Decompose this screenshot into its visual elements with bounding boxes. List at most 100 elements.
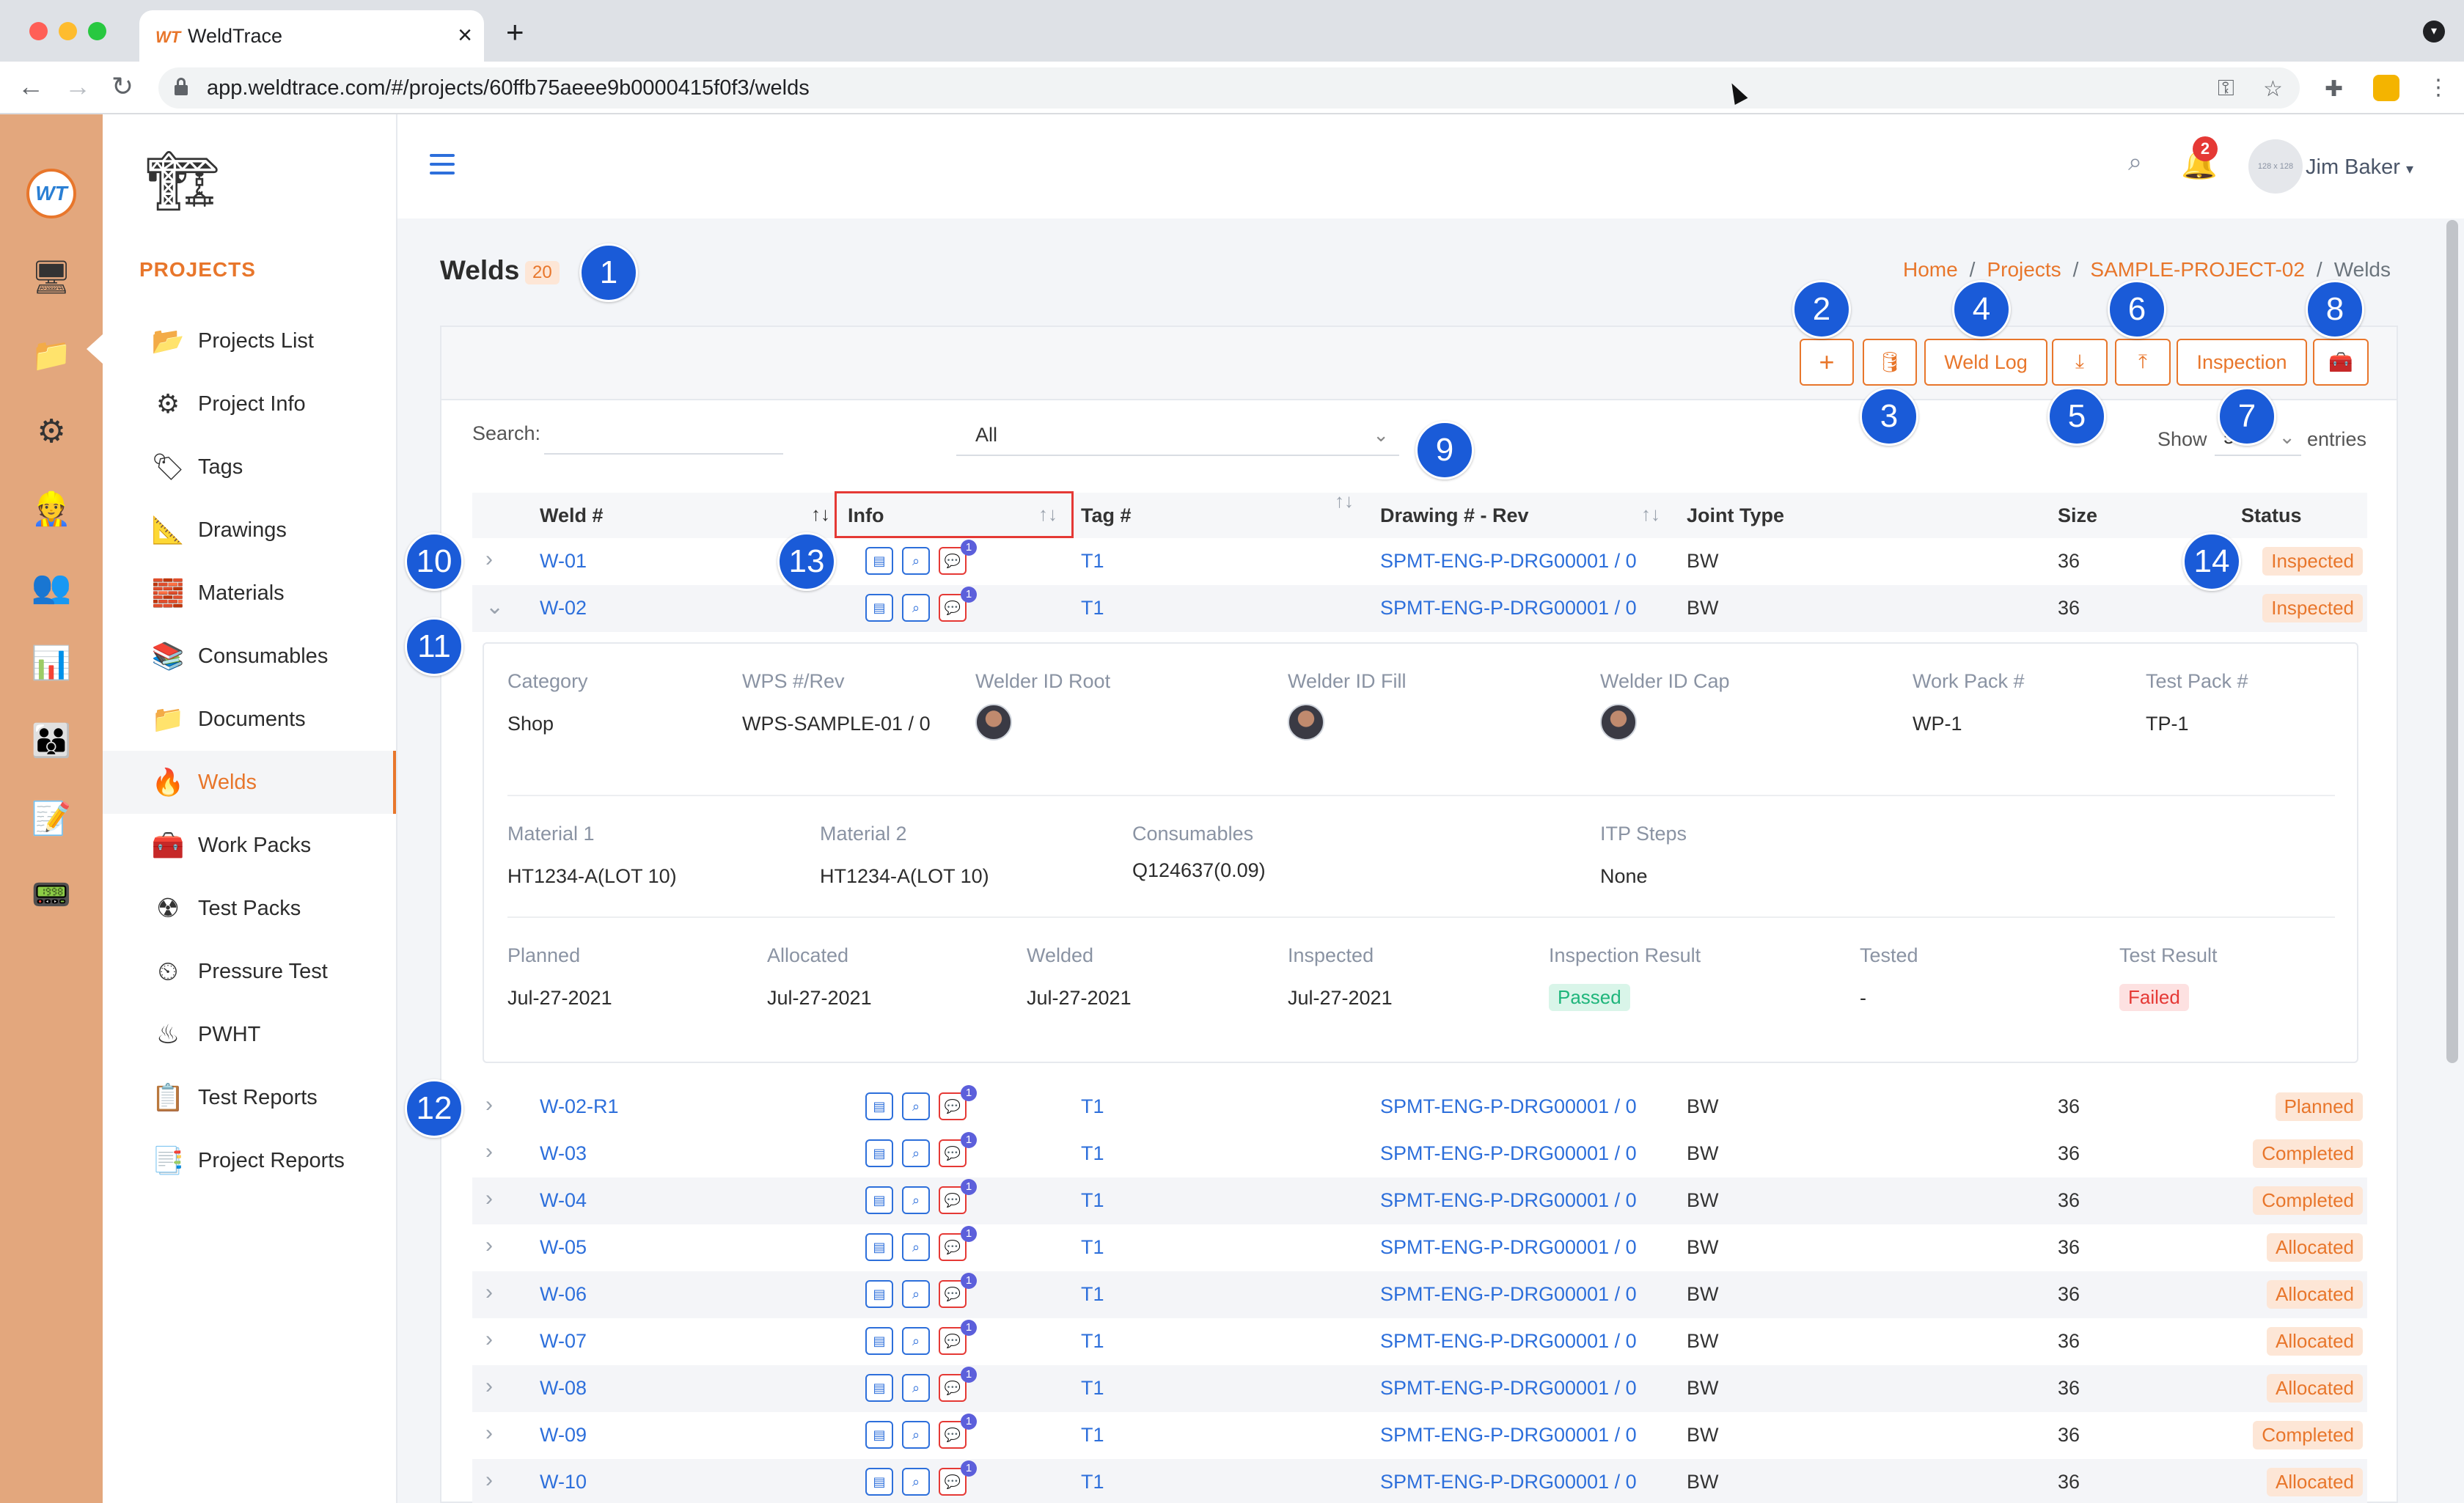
toolbox-button[interactable]: 🧰 [2313, 339, 2369, 386]
sidebar-item-materials[interactable]: 🧱 Materials [103, 562, 396, 625]
avatar[interactable]: 128 x 128 [2248, 139, 2303, 194]
collapse-chevron-icon[interactable]: ⌄ [485, 594, 504, 620]
drawing-link[interactable]: SPMT-ENG-P-DRG00001 / 0 [1380, 1189, 1637, 1212]
drawing-link[interactable]: SPMT-ENG-P-DRG00001 / 0 [1380, 550, 1637, 573]
weld-number-link[interactable]: W-10 [540, 1471, 587, 1493]
table-row[interactable]: › W-04 ▤ ⌕ 💬 1 T1 SPMT-ENG-P-DRG00001 / 0 BW 36 Co… [472, 1177, 2367, 1224]
document-icon[interactable]: ▤ [865, 1280, 893, 1308]
sort-active-icon[interactable]: ↑↓ [811, 503, 830, 526]
expand-chevron-icon[interactable]: › [485, 1374, 493, 1399]
sidebar-item-work-packs[interactable]: 🧰 Work Packs [103, 814, 396, 877]
sidebar-item-pressure-test[interactable]: ⏲ Pressure Test [103, 940, 396, 1003]
maximize-window-button[interactable] [88, 22, 106, 40]
sort-icon[interactable]: ↑↓ [1641, 503, 1660, 526]
header-status[interactable]: Status [2241, 504, 2302, 527]
table-row[interactable]: › W-08 ▤ ⌕ 💬 1 T1 SPMT-ENG-P-DRG00001 / 0 BW 36 Al… [472, 1365, 2367, 1412]
magnify-icon[interactable]: ⌕ [902, 1092, 930, 1120]
document-icon[interactable]: ▤ [865, 1092, 893, 1120]
rail-reports-icon[interactable]: 📊 [31, 642, 72, 683]
welder-fill-avatar[interactable] [1288, 704, 1324, 741]
database-button[interactable]: 🛢 [1863, 339, 1917, 386]
table-row[interactable]: › W-07 ▤ ⌕ 💬 1 T1 SPMT-ENG-P-DRG00001 / 0 BW 36 Al… [472, 1318, 2367, 1365]
rail-welder-icon[interactable]: 👷 [31, 488, 72, 529]
magnify-icon[interactable]: ⌕ [902, 1468, 930, 1496]
expand-chevron-icon[interactable]: › [485, 1139, 493, 1164]
magnify-icon[interactable]: ⌕ [902, 1327, 930, 1355]
magnify-icon[interactable]: ⌕ [902, 1421, 930, 1449]
back-icon[interactable]: ← [18, 72, 44, 101]
tag-link[interactable]: T1 [1081, 1330, 1104, 1353]
document-icon[interactable]: ▤ [865, 1139, 893, 1167]
weld-number-link[interactable]: W-02 [540, 597, 587, 620]
table-row[interactable]: › W-06 ▤ ⌕ 💬 1 T1 SPMT-ENG-P-DRG00001 / 0 BW 36 Al… [472, 1271, 2367, 1318]
table-row[interactable]: › W-05 ▤ ⌕ 💬 1 T1 SPMT-ENG-P-DRG00001 / 0 BW 36 Al… [472, 1224, 2367, 1271]
magnify-icon[interactable]: ⌕ [902, 1374, 930, 1402]
sidebar-item-drawings[interactable]: 📐 Drawings [103, 499, 396, 562]
document-icon[interactable]: ▤ [865, 1233, 893, 1261]
reload-icon[interactable]: ↻ [111, 72, 133, 101]
magnify-icon[interactable]: ⌕ [902, 1186, 930, 1214]
minimize-window-button[interactable] [59, 22, 77, 40]
header-drawing[interactable]: Drawing # - Rev [1380, 504, 1529, 527]
header-size[interactable]: Size [2058, 504, 2097, 527]
breadcrumb-home[interactable]: Home [1903, 258, 1958, 282]
sidebar-item-projects-list[interactable]: 📂 Projects List [103, 309, 396, 372]
forward-icon[interactable]: → [65, 72, 91, 101]
header-joint-type[interactable]: Joint Type [1687, 504, 1784, 527]
sidebar-item-welds[interactable]: 🔥 Welds [103, 751, 396, 814]
weld-log-button[interactable]: Weld Log [1924, 339, 2047, 386]
table-row[interactable]: › W-09 ▤ ⌕ 💬 1 T1 SPMT-ENG-P-DRG00001 / 0 BW 36 Co… [472, 1412, 2367, 1459]
table-row[interactable]: › W-02-R1 ▤ ⌕ 💬 1 T1 SPMT-ENG-P-DRG00001 / 0 BW 3… [472, 1084, 2367, 1131]
weld-number-link[interactable]: W-04 [540, 1189, 587, 1212]
document-icon[interactable]: ▤ [865, 547, 893, 575]
document-icon[interactable]: ▤ [865, 1186, 893, 1214]
rail-users-icon[interactable]: 👪 [31, 720, 72, 761]
key-icon[interactable]: ⚿ [2218, 76, 2234, 101]
rail-settings-icon[interactable]: ⚙ [31, 411, 72, 452]
header-weld[interactable]: Weld # [540, 504, 604, 527]
page-scrollbar[interactable] [2446, 220, 2458, 1063]
sidebar-item-tags[interactable]: 🏷 Tags [103, 436, 396, 499]
add-weld-button[interactable]: + [1800, 339, 1854, 386]
expand-chevron-icon[interactable]: › [485, 1233, 493, 1258]
weld-number-link[interactable]: W-07 [540, 1330, 587, 1353]
weld-number-link[interactable]: W-05 [540, 1236, 587, 1259]
breadcrumb-projects[interactable]: Projects [1987, 258, 2061, 282]
menu-toggle-icon[interactable] [430, 154, 455, 174]
status-filter-select[interactable]: All ⌄ [956, 419, 1399, 456]
weld-number-link[interactable]: W-03 [540, 1142, 587, 1165]
welder-root-avatar[interactable] [975, 704, 1012, 741]
rail-badge-icon[interactable]: 📟 [31, 874, 72, 915]
document-icon[interactable]: ▤ [865, 1421, 893, 1449]
close-tab-icon[interactable]: × [458, 21, 472, 50]
drawing-link[interactable]: SPMT-ENG-P-DRG00001 / 0 [1380, 597, 1637, 620]
table-row[interactable]: › W-10 ▤ ⌕ 💬 1 T1 SPMT-ENG-P-DRG00001 / 0 BW 36 Al… [472, 1459, 2367, 1503]
profile-extension-icon[interactable] [2373, 75, 2399, 101]
drawing-link[interactable]: SPMT-ENG-P-DRG00001 / 0 [1380, 1236, 1637, 1259]
download-button[interactable]: ⤓ [2052, 339, 2108, 386]
close-window-button[interactable] [29, 22, 48, 40]
tag-link[interactable]: T1 [1081, 1377, 1104, 1400]
expand-chevron-icon[interactable]: › [485, 1421, 493, 1446]
tag-link[interactable]: T1 [1081, 550, 1104, 573]
user-menu[interactable]: Jim Baker ▾ [2306, 155, 2413, 180]
search-icon[interactable]: ⌕ [2128, 148, 2142, 177]
expand-chevron-icon[interactable]: › [485, 1327, 493, 1352]
drawing-link[interactable]: SPMT-ENG-P-DRG00001 / 0 [1380, 1095, 1637, 1118]
weld-number-link[interactable]: W-09 [540, 1424, 587, 1447]
document-icon[interactable]: ▤ [865, 594, 893, 622]
sidebar-item-test-reports[interactable]: 📋 Test Reports [103, 1066, 396, 1129]
sidebar-item-project-info[interactable]: ⚙ Project Info [103, 372, 396, 436]
tag-link[interactable]: T1 [1081, 1095, 1104, 1118]
tag-link[interactable]: T1 [1081, 1189, 1104, 1212]
document-icon[interactable]: ▤ [865, 1327, 893, 1355]
magnify-icon[interactable]: ⌕ [902, 1233, 930, 1261]
browser-tab[interactable]: WT WeldTrace × [139, 10, 484, 62]
extensions-puzzle-icon[interactable]: ✚ [2325, 76, 2343, 102]
drawing-link[interactable]: SPMT-ENG-P-DRG00001 / 0 [1380, 1471, 1637, 1493]
upload-button[interactable]: ⤒ [2115, 339, 2171, 386]
drawing-link[interactable]: SPMT-ENG-P-DRG00001 / 0 [1380, 1424, 1637, 1447]
breadcrumb-project[interactable]: SAMPLE-PROJECT-02 [2090, 258, 2305, 282]
tag-link[interactable]: T1 [1081, 1424, 1104, 1447]
new-tab-icon[interactable]: + [506, 16, 524, 48]
